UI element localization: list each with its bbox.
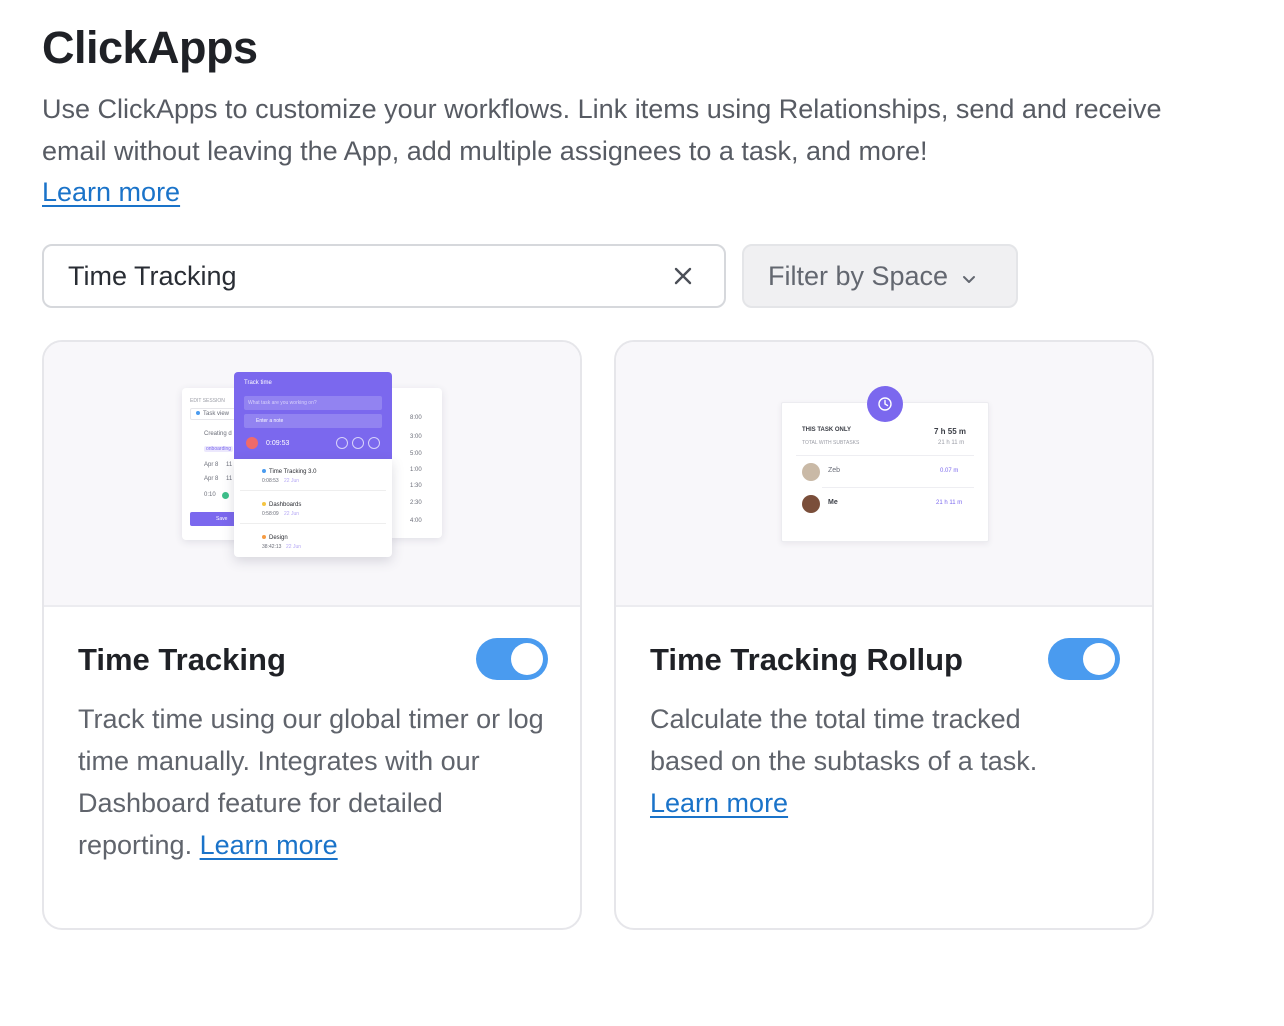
tag-label: onboarding xyxy=(204,446,234,452)
time-5: 2:30 xyxy=(410,500,422,506)
billable-icon xyxy=(222,492,229,499)
time-0: 8:00 xyxy=(410,415,422,421)
clickapp-card-time-tracking-rollup: THIS TASK ONLY 7 h 55 m TOTAL WITH SUBTA… xyxy=(614,340,1154,930)
card-title: Time Tracking Rollup xyxy=(650,642,963,677)
tag-icon xyxy=(352,437,364,449)
this-task-only-label: THIS TASK ONLY xyxy=(802,427,852,433)
this-task-value: 7 h 55 m xyxy=(934,427,967,436)
creating-label: Creating d xyxy=(204,431,232,437)
note-placeholder: Enter a note xyxy=(256,418,284,424)
search-input[interactable] xyxy=(68,260,666,292)
time-tracking-toggle[interactable] xyxy=(476,638,548,680)
date-1: Apr 8 xyxy=(204,462,219,468)
close-icon[interactable] xyxy=(666,259,700,293)
stop-icon xyxy=(246,437,258,449)
time-1: 3:00 xyxy=(410,434,422,440)
learn-more-link[interactable]: Learn more xyxy=(200,830,338,860)
save-mini-label: Save xyxy=(216,516,228,522)
card-description: Calculate the total time tracked based o… xyxy=(650,698,1070,824)
date-2: Apr 8 xyxy=(204,476,219,482)
list-item: Design 38:42:13 22 Jun xyxy=(262,535,302,550)
card-title: Time Tracking xyxy=(78,642,286,677)
rollup-sheet: THIS TASK ONLY 7 h 55 m TOTAL WITH SUBTA… xyxy=(781,402,989,542)
timer-value: 0:09:53 xyxy=(266,440,290,447)
search-field[interactable] xyxy=(42,244,726,308)
edit-session-label: EDIT SESSION xyxy=(190,398,225,404)
filter-label: Filter by Space xyxy=(768,260,949,291)
learn-more-link[interactable]: Learn more xyxy=(42,172,180,212)
list-item: Time Tracking 3.0 0:08:53 22 Jun xyxy=(240,461,386,491)
date-1-suffix: 11 xyxy=(226,462,233,468)
rollup-row-name: Zeb xyxy=(828,467,841,474)
time-entries-list: Time Tracking 3.0 0:08:53 22 Jun Dashboa… xyxy=(234,459,392,557)
total-with-subtasks-label: TOTAL WITH SUBTASKS xyxy=(802,440,860,446)
task-placeholder: What task are you working on? xyxy=(248,400,317,406)
rollup-row-value: 21 h 11 m xyxy=(936,500,963,506)
date-2-suffix: 11 xyxy=(226,476,233,482)
total-value: 21 h 11 m xyxy=(938,440,965,446)
chevron-down-icon xyxy=(962,261,976,292)
page-title: ClickApps xyxy=(42,22,258,73)
time-tracking-rollup-illustration: THIS TASK ONLY 7 h 55 m TOTAL WITH SUBTA… xyxy=(616,342,1152,607)
time-column-panel: 8:00 3:00 5:00 1:00 1:30 2:30 4:00 xyxy=(388,388,442,538)
avatar xyxy=(802,463,820,481)
clock-icon xyxy=(867,386,903,422)
card-description: Track time using our global timer or log… xyxy=(78,698,548,866)
time-tracking-illustration: EDIT SESSION Task view Creating d onboar… xyxy=(44,342,580,607)
filter-by-space-button[interactable]: Filter by Space xyxy=(742,244,1018,308)
billing-icon xyxy=(368,437,380,449)
rollup-row-value: 0.07 m xyxy=(940,468,959,474)
toggle-knob xyxy=(1083,643,1115,675)
list-item: Dashboards 0:58:09 22 Jun xyxy=(240,494,386,524)
duration-label: 0:10 xyxy=(204,492,216,498)
page-description-text: Use ClickApps to customize your workflow… xyxy=(42,94,1162,166)
page-description: Use ClickApps to customize your workflow… xyxy=(42,88,1182,172)
time-4: 1:30 xyxy=(410,483,422,489)
track-time-label: Track time xyxy=(244,380,272,386)
avatar xyxy=(802,495,820,513)
task-view-label: Task view xyxy=(196,411,229,417)
time-3: 1:00 xyxy=(410,467,422,473)
rollup-row-name: Me xyxy=(828,499,838,506)
time-6: 4:00 xyxy=(410,518,422,524)
time-2: 5:00 xyxy=(410,451,422,457)
time-tracking-rollup-toggle[interactable] xyxy=(1048,638,1120,680)
clickapp-card-time-tracking: EDIT SESSION Task view Creating d onboar… xyxy=(42,340,582,930)
notes-icon xyxy=(336,437,348,449)
card-description-text: Calculate the total time tracked based o… xyxy=(650,704,1038,776)
toggle-knob xyxy=(511,643,543,675)
learn-more-link[interactable]: Learn more xyxy=(650,788,788,818)
